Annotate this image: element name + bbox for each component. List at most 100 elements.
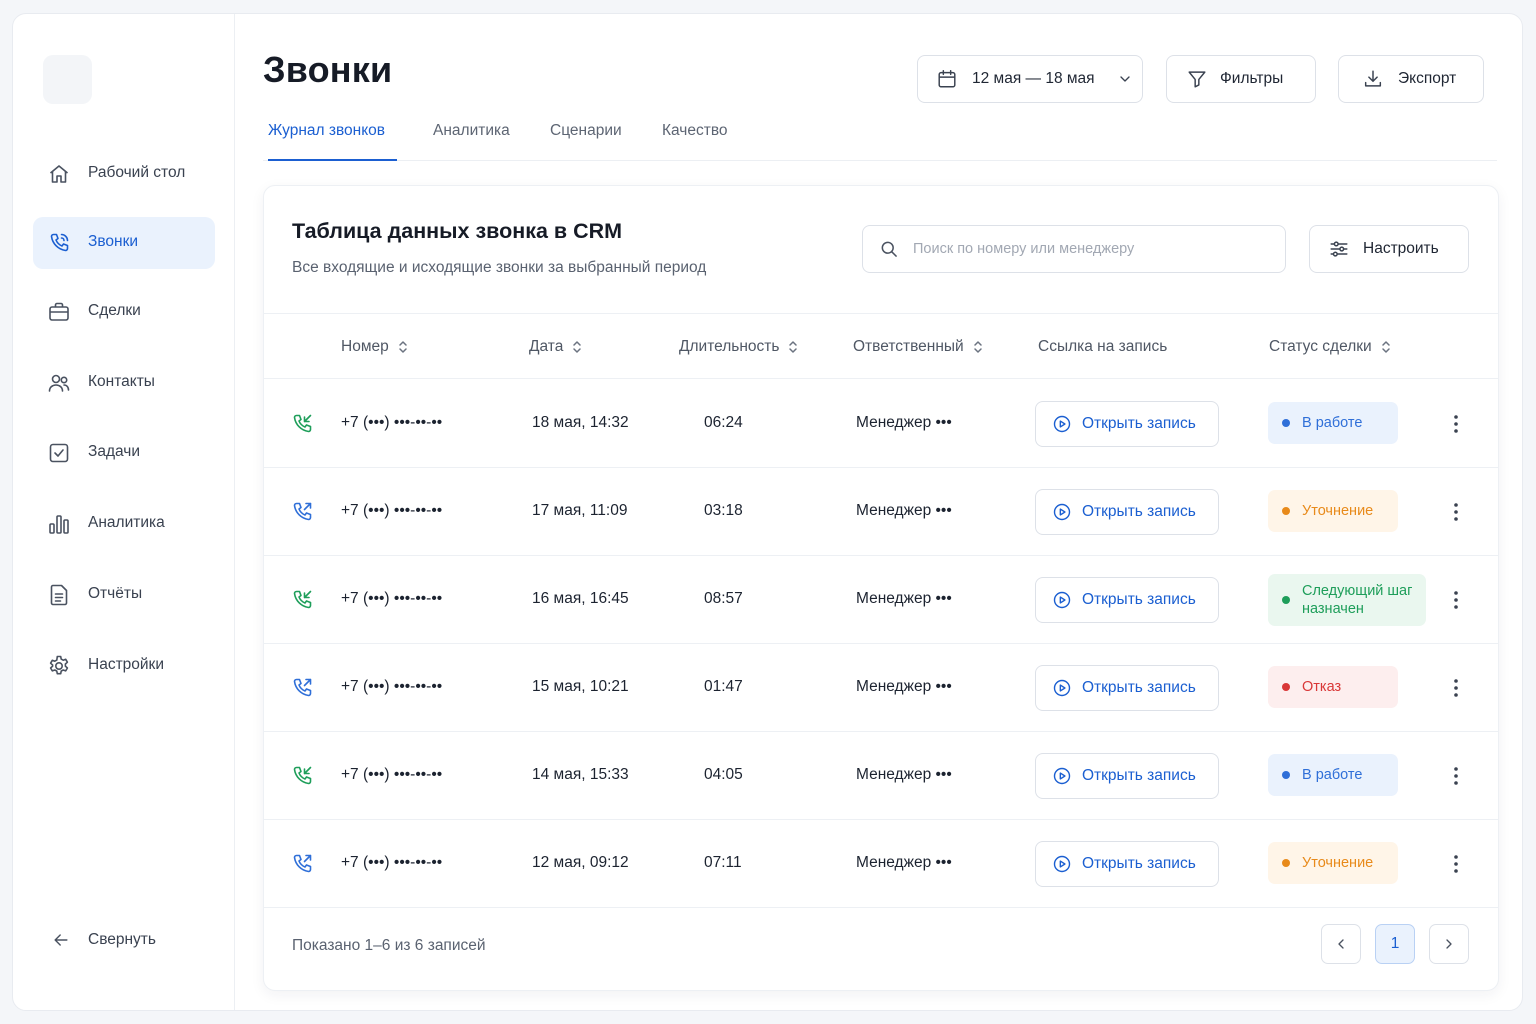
column-header-manager[interactable]: Ответственный bbox=[853, 338, 983, 356]
play-circle-icon bbox=[1053, 591, 1071, 609]
export-button[interactable]: Экспорт bbox=[1338, 55, 1484, 103]
column-header-duration[interactable]: Длительность bbox=[679, 338, 798, 356]
sidebar-item-label: Задачи bbox=[88, 443, 141, 460]
status-label: Отказ bbox=[1302, 679, 1342, 695]
date-range-picker[interactable]: 12 мая — 18 мая bbox=[917, 55, 1143, 103]
status-label: Следующий шаг назначен bbox=[1302, 583, 1413, 617]
collapse-label: Свернуть bbox=[88, 931, 156, 948]
prev-page-button[interactable] bbox=[1321, 924, 1361, 964]
incoming-call-icon bbox=[290, 412, 314, 436]
call-date: 16 мая, 16:45 bbox=[532, 590, 629, 607]
more-vertical-icon bbox=[1454, 591, 1458, 609]
filters-button[interactable]: Фильтры bbox=[1166, 55, 1316, 103]
logo[interactable] bbox=[43, 55, 92, 104]
table-row: +7 (•••) •••-••-•• 12 мая, 09:12 07:11 М… bbox=[264, 820, 1498, 908]
row-more-button[interactable] bbox=[1444, 412, 1468, 436]
tab-call-log[interactable]: Журнал звонков bbox=[268, 122, 397, 161]
row-more-button[interactable] bbox=[1444, 852, 1468, 876]
row-more-button[interactable] bbox=[1444, 588, 1468, 612]
tab-quality[interactable]: Качество bbox=[662, 122, 728, 161]
status-dot bbox=[1282, 596, 1290, 604]
sort-icon bbox=[398, 341, 407, 353]
sidebar-item-analytics[interactable]: Аналитика bbox=[33, 498, 215, 550]
collapse-sidebar-button[interactable]: Свернуть bbox=[33, 918, 215, 962]
play-circle-icon bbox=[1053, 767, 1071, 785]
sidebar-item-deals[interactable]: Сделки bbox=[33, 286, 215, 338]
call-duration: 08:57 bbox=[704, 590, 743, 607]
search-icon bbox=[881, 241, 897, 257]
open-record-button[interactable]: Открыть запись bbox=[1035, 665, 1219, 711]
sidebar-item-label: Сделки bbox=[88, 302, 141, 319]
table-row: +7 (•••) •••-••-•• 17 мая, 11:09 03:18 М… bbox=[264, 468, 1498, 556]
status-dot bbox=[1282, 683, 1290, 691]
column-label: Ответственный bbox=[853, 338, 964, 355]
status-label: Уточнение bbox=[1302, 855, 1374, 871]
sort-icon bbox=[1381, 341, 1390, 353]
open-record-label: Открыть запись bbox=[1082, 767, 1196, 784]
row-more-button[interactable] bbox=[1444, 500, 1468, 524]
sidebar-item-reports[interactable]: Отчёты bbox=[33, 569, 215, 621]
sidebar-item-settings[interactable]: Настройки bbox=[33, 640, 215, 692]
chevron-right-icon bbox=[1446, 939, 1452, 949]
search-box bbox=[862, 225, 1286, 273]
play-circle-icon bbox=[1053, 415, 1071, 433]
call-date: 15 мая, 10:21 bbox=[532, 678, 629, 695]
status-label: В работе bbox=[1302, 767, 1363, 783]
date-range-label: 12 мая — 18 мая bbox=[972, 70, 1095, 87]
column-header-deal-status[interactable]: Статус сделки bbox=[1269, 338, 1391, 356]
phone-number: +7 (•••) •••-••-•• bbox=[341, 502, 443, 519]
table-row: +7 (•••) •••-••-•• 18 мая, 14:32 06:24 М… bbox=[264, 380, 1498, 468]
sidebar-item-label: Аналитика bbox=[88, 514, 165, 531]
home-icon bbox=[47, 162, 71, 186]
responsible-manager: Менеджер ••• bbox=[856, 414, 952, 431]
more-vertical-icon bbox=[1454, 503, 1458, 521]
sidebar-item-contacts[interactable]: Контакты bbox=[33, 357, 215, 409]
tab-analytics[interactable]: Аналитика bbox=[433, 122, 510, 161]
open-record-button[interactable]: Открыть запись bbox=[1035, 401, 1219, 447]
sidebar-item-tasks[interactable]: Задачи bbox=[33, 427, 215, 479]
pagination-summary: Показано 1–6 из 6 записей bbox=[292, 937, 486, 954]
responsible-manager: Менеджер ••• bbox=[856, 678, 952, 695]
open-record-label: Открыть запись bbox=[1082, 503, 1196, 520]
gear-icon bbox=[47, 654, 71, 678]
responsible-manager: Менеджер ••• bbox=[856, 854, 952, 871]
column-label: Дата bbox=[529, 338, 564, 355]
open-record-button[interactable]: Открыть запись bbox=[1035, 577, 1219, 623]
open-record-label: Открыть запись bbox=[1082, 591, 1196, 608]
more-vertical-icon bbox=[1454, 415, 1458, 433]
sidebar-item-label: Настройки bbox=[88, 656, 165, 673]
download-icon bbox=[1364, 70, 1382, 87]
incoming-call-icon bbox=[290, 588, 314, 612]
status-label: В работе bbox=[1302, 415, 1363, 431]
column-header-number[interactable]: Номер bbox=[341, 338, 408, 356]
row-more-button[interactable] bbox=[1444, 676, 1468, 700]
outgoing-call-icon bbox=[290, 500, 314, 524]
sidebar-item-label: Контакты bbox=[88, 373, 155, 390]
column-label: Ссылка на запись bbox=[1038, 338, 1168, 355]
play-circle-icon bbox=[1053, 679, 1071, 697]
table-row: +7 (•••) •••-••-•• 15 мая, 10:21 01:47 М… bbox=[264, 644, 1498, 732]
phone-number: +7 (•••) •••-••-•• bbox=[341, 590, 443, 607]
search-input[interactable] bbox=[913, 234, 1273, 264]
open-record-button[interactable]: Открыть запись bbox=[1035, 841, 1219, 887]
column-header-date[interactable]: Дата bbox=[529, 338, 582, 356]
sidebar-item-calls[interactable]: Звонки bbox=[33, 217, 215, 269]
status-badge: Отказ bbox=[1268, 666, 1398, 708]
open-record-button[interactable]: Открыть запись bbox=[1035, 489, 1219, 535]
status-badge: Следующий шаг назначен bbox=[1268, 574, 1426, 626]
column-label: Номер bbox=[341, 338, 389, 355]
configure-button[interactable]: Настроить bbox=[1309, 225, 1469, 273]
sidebar-item-dashboard[interactable]: Рабочий стол bbox=[33, 148, 215, 200]
open-record-button[interactable]: Открыть запись bbox=[1035, 753, 1219, 799]
next-page-button[interactable] bbox=[1429, 924, 1469, 964]
page-button-current[interactable]: 1 bbox=[1375, 924, 1415, 964]
filter-icon bbox=[1188, 71, 1206, 88]
row-more-button[interactable] bbox=[1444, 764, 1468, 788]
open-record-label: Открыть запись bbox=[1082, 679, 1196, 696]
card-title: Таблица данных звонка в CRM bbox=[292, 219, 623, 243]
arrow-left-icon bbox=[49, 928, 73, 952]
tab-scenarios[interactable]: Сценарии bbox=[550, 122, 622, 161]
sliders-icon bbox=[1330, 241, 1348, 257]
table-row: +7 (•••) •••-••-•• 14 мая, 15:33 04:05 М… bbox=[264, 732, 1498, 820]
briefcase-icon bbox=[47, 300, 71, 324]
